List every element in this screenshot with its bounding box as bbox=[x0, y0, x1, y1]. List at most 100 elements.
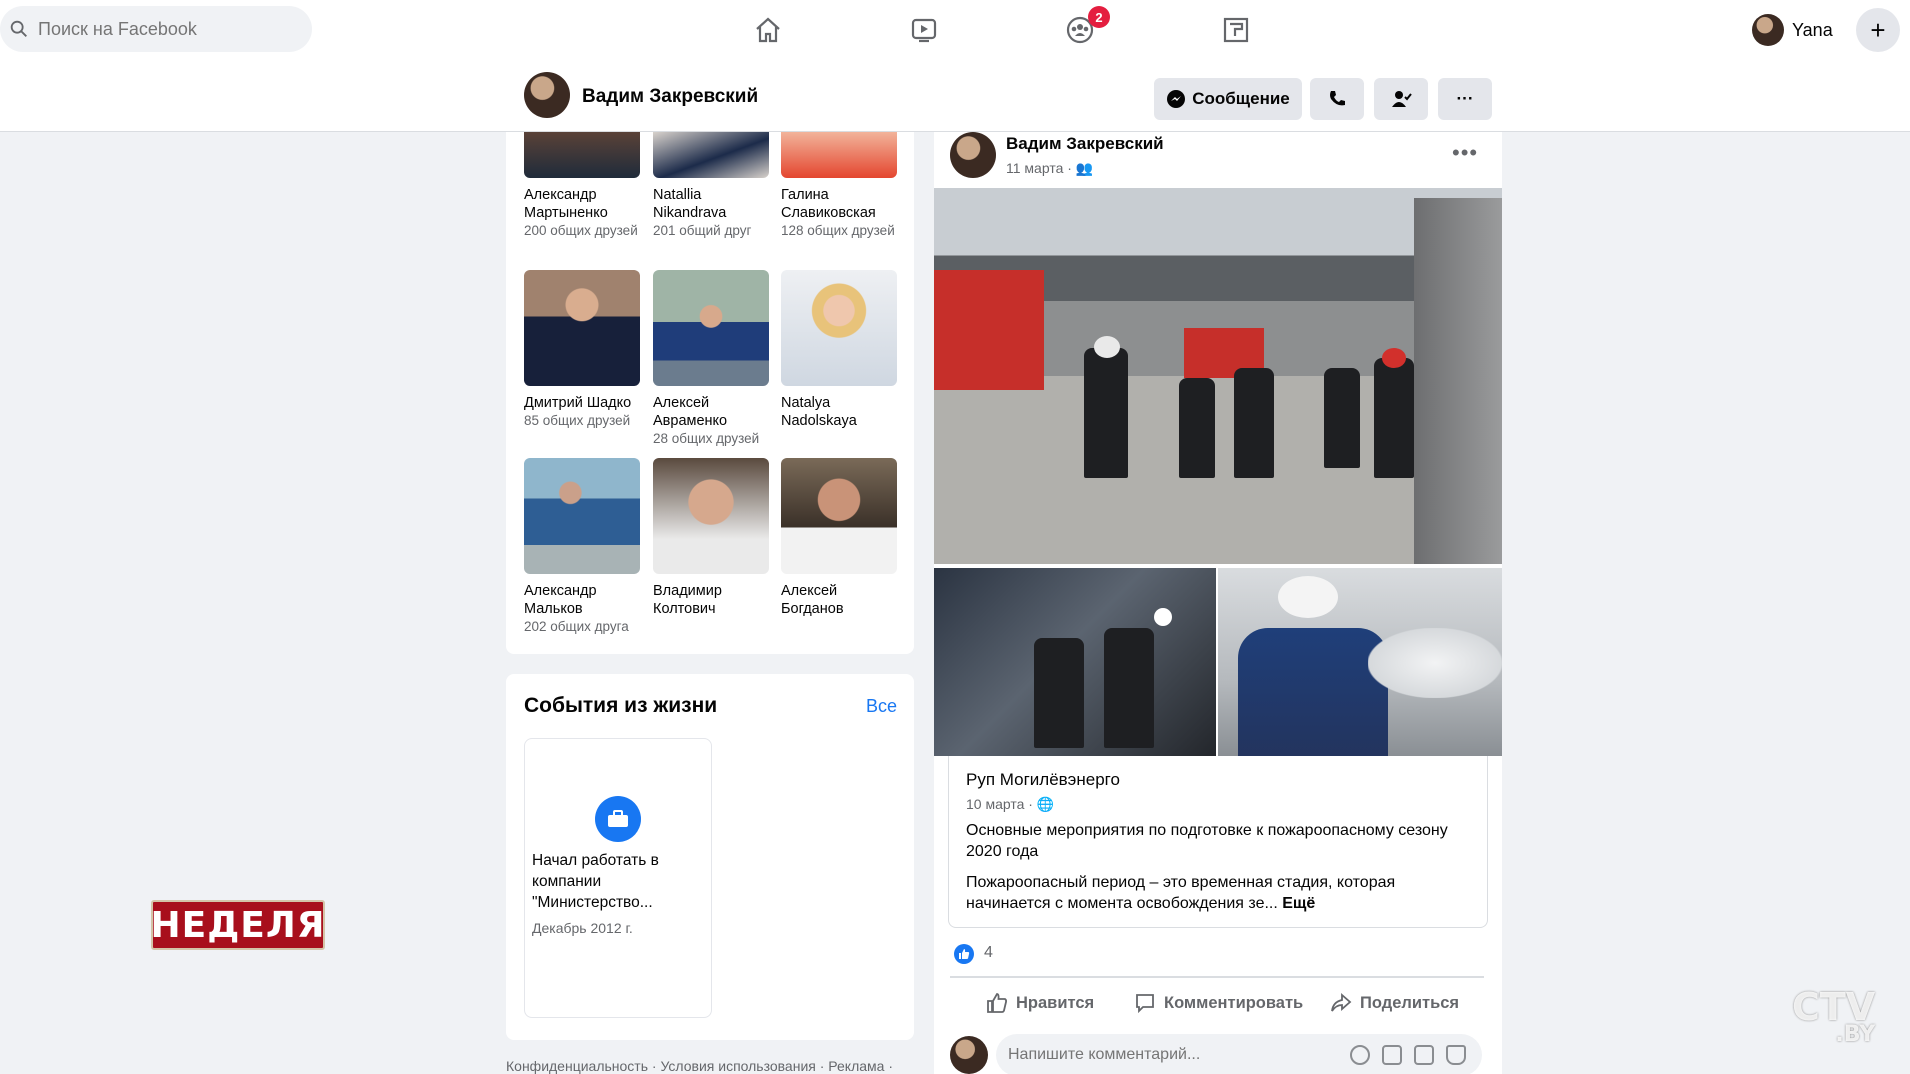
notification-badge: 2 bbox=[1088, 6, 1110, 28]
create-button[interactable]: + bbox=[1856, 8, 1900, 52]
user-profile-chip[interactable]: Yana bbox=[1752, 10, 1833, 50]
friend-photo[interactable] bbox=[524, 458, 640, 574]
post-author-avatar[interactable] bbox=[950, 132, 996, 178]
post-options-button[interactable]: ••• bbox=[1452, 140, 1478, 166]
helmet bbox=[1382, 348, 1406, 368]
nav-gaming[interactable] bbox=[1208, 10, 1264, 50]
message-button[interactable]: Сообщение bbox=[1154, 78, 1302, 120]
thumbs-up-icon bbox=[987, 993, 1008, 1013]
friend-mutual: 202 общих друга bbox=[524, 619, 629, 634]
friend-mutual: 200 общих друзей bbox=[524, 223, 638, 238]
search-input[interactable] bbox=[38, 18, 298, 40]
friend-name[interactable]: Александр Мартыненко bbox=[524, 186, 640, 222]
comment-button[interactable]: Комментировать bbox=[1134, 990, 1303, 1016]
firefighter bbox=[1324, 368, 1360, 468]
friend-card[interactable]: Алексей Богданов bbox=[781, 458, 897, 618]
life-events-title: События из жизни bbox=[524, 694, 718, 717]
post-photo-tertiary[interactable] bbox=[1218, 568, 1502, 756]
friend-name[interactable]: Natalya Nadolskaya bbox=[781, 394, 897, 430]
shared-post-body: Пожароопасный период – это временная ста… bbox=[966, 872, 1466, 914]
profile-avatar[interactable] bbox=[524, 72, 570, 118]
share-button[interactable]: Поделиться bbox=[1330, 990, 1459, 1016]
firefighter bbox=[1104, 628, 1154, 748]
friend-name[interactable]: Алексей Богданов bbox=[781, 582, 897, 618]
friend-name[interactable]: Владимир Колтович bbox=[653, 582, 769, 618]
comment-icon bbox=[1136, 994, 1154, 1014]
friend-card[interactable]: Александр Мартыненко 200 общих друзей bbox=[524, 132, 640, 239]
post-author-name[interactable]: Вадим Закревский bbox=[1006, 134, 1164, 154]
more-options-button[interactable]: ··· bbox=[1438, 78, 1492, 120]
friend-name[interactable]: Дмитрий Шадко bbox=[524, 394, 640, 412]
friend-name[interactable]: Natallia Nikandrava bbox=[653, 186, 769, 222]
friend-photo[interactable] bbox=[653, 458, 769, 574]
lamp bbox=[1154, 608, 1172, 626]
nav-home[interactable] bbox=[740, 10, 796, 50]
call-button[interactable] bbox=[1310, 78, 1364, 120]
emoji-icon[interactable] bbox=[1350, 1045, 1370, 1065]
watch-icon bbox=[911, 18, 937, 43]
friend-name[interactable]: Галина Славиковская bbox=[781, 186, 897, 222]
comment-label: Комментировать bbox=[1164, 993, 1304, 1012]
ellipsis-icon: ••• bbox=[1452, 140, 1479, 165]
like-reaction-icon[interactable] bbox=[954, 944, 974, 964]
friend-card[interactable]: Александр Мальков 202 общих друга bbox=[524, 458, 640, 635]
message-button-label: Сообщение bbox=[1192, 89, 1290, 108]
friend-photo[interactable] bbox=[524, 270, 640, 386]
friend-photo[interactable] bbox=[781, 270, 897, 386]
shared-post-date: 10 марта · 🌐 bbox=[966, 796, 1054, 813]
share-icon bbox=[1331, 993, 1352, 1012]
firefighter bbox=[1034, 638, 1084, 748]
friend-photo[interactable] bbox=[653, 132, 769, 178]
friend-card[interactable]: Владимир Колтович bbox=[653, 458, 769, 618]
firefighter bbox=[1374, 358, 1414, 478]
profile-header-strip bbox=[0, 64, 1910, 132]
friend-photo[interactable] bbox=[781, 132, 897, 178]
gaming-icon bbox=[1223, 17, 1249, 43]
friend-name[interactable]: Алексей Авраменко bbox=[653, 394, 769, 430]
firefighter bbox=[1179, 378, 1215, 478]
friend-photo[interactable] bbox=[653, 270, 769, 386]
gif-icon[interactable] bbox=[1414, 1045, 1434, 1065]
door bbox=[1414, 198, 1502, 564]
footer-links[interactable]: Конфиденциальность · Условия использован… bbox=[506, 1058, 893, 1074]
globe-icon: 🌐 bbox=[1036, 796, 1055, 812]
user-name: Yana bbox=[1792, 19, 1833, 40]
plus-icon: + bbox=[1870, 14, 1886, 45]
friend-card[interactable]: Алексей Авраменко 28 общих друзей bbox=[653, 270, 769, 447]
friends-status-button[interactable] bbox=[1374, 78, 1428, 120]
search-bar[interactable] bbox=[0, 6, 312, 52]
like-count[interactable]: 4 bbox=[984, 944, 993, 962]
briefcase-icon bbox=[595, 796, 641, 842]
helmet bbox=[1094, 336, 1120, 358]
nav-watch[interactable] bbox=[896, 10, 952, 50]
life-events-see-all-link[interactable]: Все bbox=[866, 696, 897, 717]
friend-mutual: 28 общих друзей bbox=[653, 431, 760, 446]
post-photo-secondary[interactable] bbox=[934, 568, 1216, 756]
friends-card: Александр Мартыненко 200 общих друзей Na… bbox=[506, 132, 914, 654]
profile-name[interactable]: Вадим Закревский bbox=[582, 86, 758, 108]
phone-icon bbox=[1330, 91, 1345, 106]
friend-card[interactable]: Дмитрий Шадко 85 общих друзей bbox=[524, 270, 640, 429]
friend-card[interactable]: Галина Славиковская 128 общих друзей bbox=[781, 132, 897, 239]
comment-input[interactable] bbox=[1008, 1046, 1338, 1064]
friend-card[interactable]: Natalya Nadolskaya bbox=[781, 270, 897, 430]
shared-post-body-text: Пожароопасный период – это временная ста… bbox=[966, 874, 1396, 912]
avatar bbox=[1752, 14, 1784, 46]
sticker-icon[interactable] bbox=[1446, 1045, 1466, 1065]
like-button[interactable]: Нравится bbox=[986, 990, 1094, 1016]
post-date[interactable]: 11 марта · 👥 bbox=[1006, 160, 1093, 177]
post-photo-main[interactable] bbox=[934, 188, 1502, 564]
friend-card[interactable]: Natallia Nikandrava 201 общий друг bbox=[653, 132, 769, 239]
smoke bbox=[1368, 628, 1502, 698]
shared-post-source[interactable]: Руп Могилёвэнерго bbox=[966, 770, 1120, 790]
friend-photo[interactable] bbox=[781, 458, 897, 574]
share-label: Поделиться bbox=[1360, 993, 1460, 1012]
shared-post-title: Основные мероприятия по подготовке к пож… bbox=[966, 822, 1448, 860]
comment-box[interactable] bbox=[996, 1034, 1482, 1074]
friend-name[interactable]: Александр Мальков bbox=[524, 582, 640, 618]
friend-mutual: 201 общий друг bbox=[653, 223, 752, 238]
camera-icon[interactable] bbox=[1382, 1045, 1402, 1065]
firefighter bbox=[1084, 348, 1128, 478]
see-more-link[interactable]: Ещё bbox=[1282, 895, 1315, 912]
friend-photo[interactable] bbox=[524, 132, 640, 178]
